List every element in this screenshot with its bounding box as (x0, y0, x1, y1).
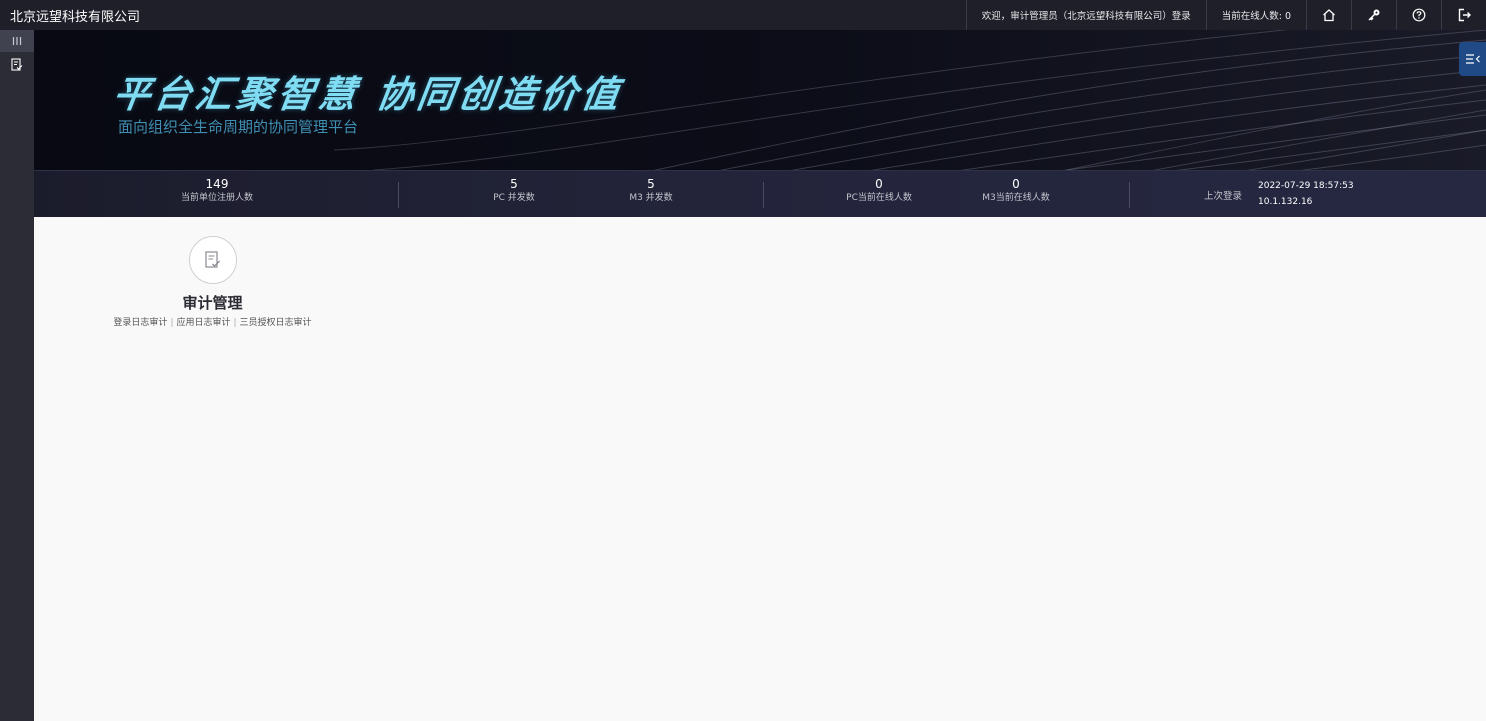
stat-pc-concurrent-label: PC 并发数 (493, 193, 535, 203)
audit-module-icon-button[interactable] (188, 236, 237, 284)
hero-banner: 平台汇聚智慧 协同创造价值 面向组织全生命周期的协同管理平台 149 当前单位注… (34, 30, 1486, 217)
stat-pc-concurrent-value: 5 (510, 177, 518, 191)
link-separator: | (170, 318, 174, 328)
stat-pc-online-label: PC当前在线人数 (846, 193, 912, 203)
link-login-log-audit[interactable]: 登录日志审计 (113, 318, 167, 328)
link-app-log-audit[interactable]: 应用日志审计 (176, 318, 230, 328)
stat-m3-concurrent-label: M3 并发数 (629, 193, 673, 203)
link-three-role-auth-log-audit[interactable]: 三员授权日志审计 (240, 318, 312, 328)
audit-doc-icon (204, 251, 220, 268)
company-name: 北京远望科技有限公司 (10, 9, 141, 25)
home-icon (1323, 9, 1335, 22)
left-rail (0, 30, 34, 721)
welcome-text: 欢迎，审计管理员（北京远望科技有限公司）登录 (965, 0, 1206, 30)
stat-m3-concurrent: 5 M3 并发数 (581, 177, 721, 204)
key-button[interactable] (1351, 0, 1396, 30)
panel-toggle-icon (1465, 54, 1480, 64)
logout-button[interactable] (1441, 0, 1486, 30)
stat-m3-online: 0 M3当前在线人数 (946, 177, 1086, 204)
stats-bar: 149 当前单位注册人数 5 PC 并发数 5 M3 并发数 0 PC当前在线人… (34, 170, 1486, 217)
module-links: 登录日志审计 | 应用日志审计 | 三员授权日志审计 (100, 317, 325, 329)
stat-registered: 149 当前单位注册人数 (147, 177, 287, 204)
last-login-ip: 10.1.132.16 (1258, 197, 1313, 207)
stat-registered-value: 149 (205, 177, 229, 191)
last-login-label: 上次登录 (1204, 191, 1243, 202)
stat-pc-online-value: 0 (875, 177, 883, 191)
stats-divider (398, 182, 399, 208)
stat-m3-online-label: M3当前在线人数 (982, 193, 1050, 203)
key-icon (1368, 9, 1380, 21)
audit-management-module: 审计管理 登录日志审计 | 应用日志审计 | 三员授权日志审计 (100, 236, 325, 329)
stats-divider (763, 182, 764, 208)
side-panel-toggle[interactable] (1459, 42, 1486, 76)
menu-bars-icon (12, 37, 22, 45)
last-login-time: 2022-07-29 18:57:53 (1258, 181, 1354, 191)
logout-icon (1458, 8, 1471, 22)
stat-m3-online-value: 0 (1012, 177, 1020, 191)
link-separator: | (233, 318, 237, 328)
help-button[interactable] (1396, 0, 1441, 30)
top-bar: 北京远望科技有限公司 欢迎，审计管理员（北京远望科技有限公司）登录 当前在线人数… (0, 0, 1486, 30)
stat-pc-concurrent: 5 PC 并发数 (444, 177, 584, 204)
sidebar-item-audit[interactable] (0, 52, 34, 76)
stats-divider (1129, 182, 1130, 208)
audit-doc-icon (11, 57, 23, 71)
help-icon (1412, 8, 1426, 22)
online-users-count: 当前在线人数: 0 (1205, 0, 1306, 30)
stat-pc-online: 0 PC当前在线人数 (809, 177, 949, 204)
stat-registered-label: 当前单位注册人数 (180, 193, 253, 203)
sidebar-toggle-button[interactable] (0, 30, 34, 52)
home-button[interactable] (1306, 0, 1351, 30)
banner-subslogan: 面向组织全生命周期的协同管理平台 (118, 118, 359, 136)
banner-slogan: 平台汇聚智慧 协同创造价值 (110, 72, 626, 116)
stat-m3-concurrent-value: 5 (647, 177, 655, 191)
module-title[interactable]: 审计管理 (100, 294, 325, 312)
